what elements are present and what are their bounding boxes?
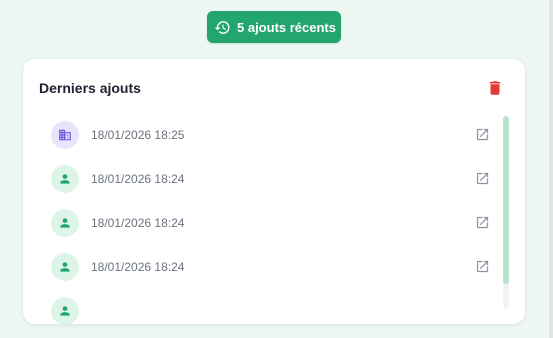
person-icon	[60, 174, 70, 184]
building-icon	[59, 129, 71, 141]
item-date: 18/01/2026 18:24	[91, 216, 185, 230]
item-date: 18/01/2026 18:25	[91, 128, 185, 142]
item-date: 18/01/2026 18:24	[91, 172, 185, 186]
history-icon	[214, 20, 230, 34]
window-edge	[549, 0, 553, 338]
trash-icon[interactable]	[486, 79, 504, 97]
avatar	[51, 209, 79, 237]
open-external-icon[interactable]	[475, 171, 490, 186]
panel-title: Derniers ajouts	[39, 80, 141, 96]
avatar	[51, 121, 79, 149]
recent-list[interactable]: 18/01/2026 18:25 18/01/2026 18:24 18/01/…	[23, 114, 525, 324]
avatar	[51, 297, 79, 324]
recent-additions-badge[interactable]: 5 ajouts récents	[207, 11, 341, 43]
open-external-icon[interactable]	[475, 215, 490, 230]
avatar	[51, 253, 79, 281]
list-item[interactable]: 18/01/2026 18:24	[23, 158, 498, 202]
scrollbar-thumb[interactable]	[503, 116, 509, 284]
recent-additions-panel: Derniers ajouts 18/01/2026 18:25 18/01/2…	[23, 59, 525, 324]
list-item[interactable]: 18/01/2026 18:24	[23, 246, 498, 290]
list-item[interactable]	[23, 290, 498, 324]
avatar	[51, 165, 79, 193]
recent-additions-label: 5 ajouts récents	[237, 19, 336, 35]
person-icon	[60, 262, 70, 272]
open-external-icon[interactable]	[475, 127, 490, 142]
person-icon	[60, 218, 70, 228]
item-date: 18/01/2026 18:24	[91, 260, 185, 274]
list-item[interactable]: 18/01/2026 18:24	[23, 202, 498, 246]
list-item[interactable]: 18/01/2026 18:25	[23, 114, 498, 158]
person-icon	[60, 306, 70, 316]
open-external-icon[interactable]	[475, 259, 490, 274]
scrollbar[interactable]	[503, 116, 509, 308]
